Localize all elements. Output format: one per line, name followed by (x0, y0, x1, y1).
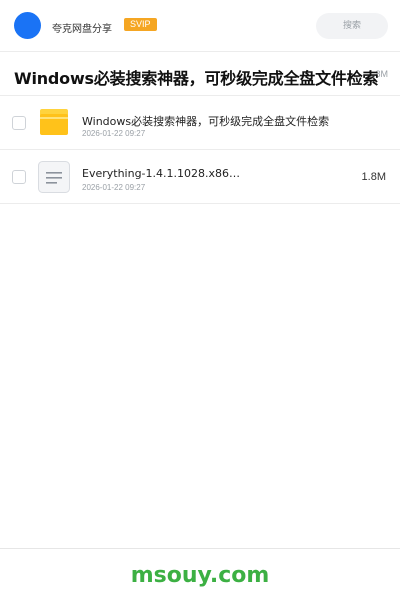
search-button[interactable]: 搜索 (316, 13, 388, 39)
share-title-bar: 1.8M Windows必装搜索神器，可秒级完成全盘文件检索 (0, 52, 400, 96)
footer-brand[interactable]: msouy.com (0, 563, 400, 588)
top-bar: 夸克网盘分享 SVIP 搜索 (0, 0, 400, 52)
brand-label: 夸克网盘分享 (52, 24, 112, 35)
page-title: Windows必装搜索神器，可秒级完成全盘文件检索 (14, 69, 379, 88)
row-checkbox[interactable] (12, 170, 26, 184)
avatar[interactable] (14, 12, 41, 39)
file-name[interactable]: Everything-1.4.1.1028.x86… (82, 167, 240, 180)
folder-icon (40, 109, 68, 135)
file-row-folder[interactable]: Windows必装搜索神器，可秒级完成全盘文件检索 2026-01-22 09:… (0, 96, 400, 150)
file-name[interactable]: Windows必装搜索神器，可秒级完成全盘文件检索 (82, 113, 329, 129)
file-size: 1.8M (361, 171, 386, 183)
footer: msouy.com (0, 548, 400, 600)
file-date: 2026-01-22 09:27 (82, 129, 146, 138)
file-row-document[interactable]: Everything-1.4.1.1028.x86… 2026-01-22 09… (0, 150, 400, 204)
svip-badge: SVIP (124, 18, 157, 31)
row-checkbox[interactable] (12, 116, 26, 130)
file-date: 2026-01-22 09:27 (82, 183, 146, 192)
document-icon (38, 161, 70, 193)
